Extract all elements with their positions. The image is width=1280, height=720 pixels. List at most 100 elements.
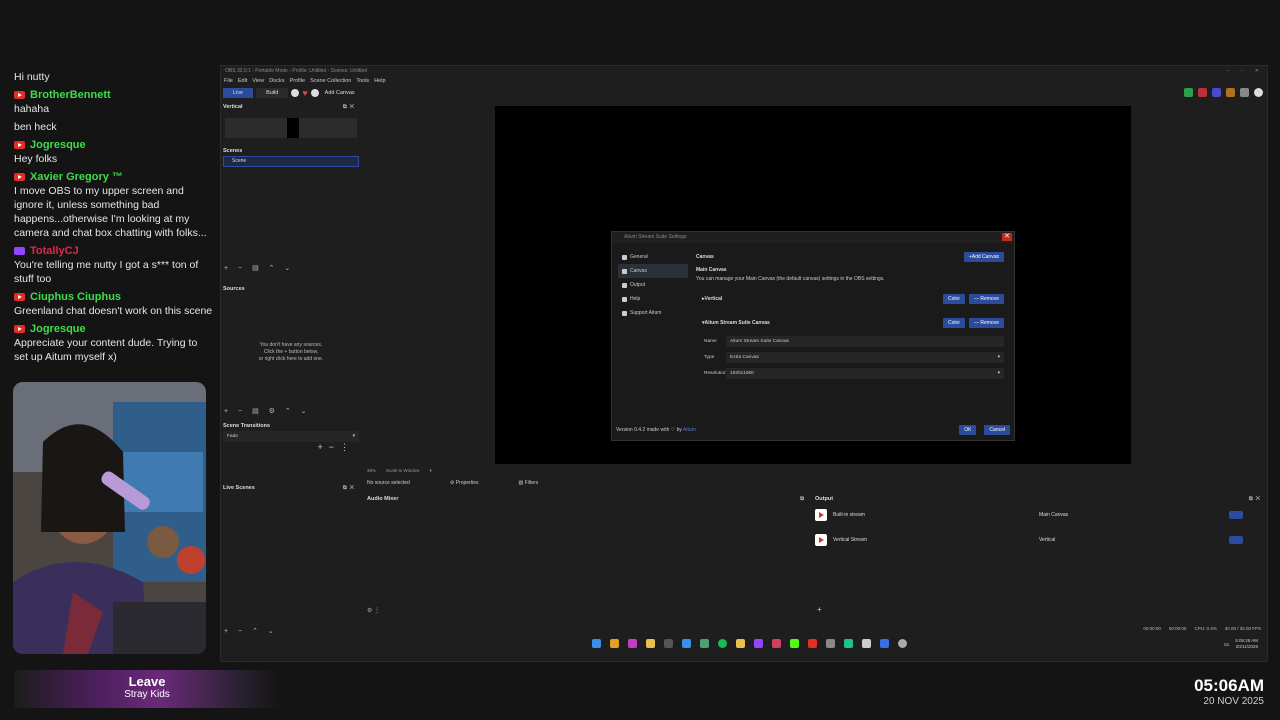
refresh-icon[interactable] (310, 89, 319, 97)
tray-date[interactable]: 20/11/2025 (1235, 644, 1258, 650)
settings-gear-icon[interactable] (1254, 88, 1263, 97)
add-canvas-button[interactable]: Add Canvas (322, 90, 358, 96)
maximize-icon[interactable]: ▫ (1241, 66, 1243, 76)
tab-live[interactable]: Live (223, 88, 254, 98)
canvas-name-input[interactable]: Aitum Stream Suite Canvas (726, 336, 1004, 347)
resolution-label: Resolution (704, 371, 727, 376)
obs-titlebar: OBS 32.0.1 - Portable Mode - Profile: Un… (221, 66, 1267, 76)
output-row: Built-in stream Main Canvas (813, 504, 1267, 526)
dock-controls[interactable]: ⧉ (800, 494, 811, 504)
app-icon[interactable] (880, 639, 889, 648)
dock-controls[interactable]: ⧉✕ (1249, 494, 1267, 504)
studio-mode-icon[interactable] (1240, 88, 1249, 97)
scene-controls[interactable]: + − ▤ ⌃ ⌄ (221, 264, 294, 272)
nav-canvas[interactable]: Canvas (618, 264, 688, 278)
transitions-dock: Scene Transitions Fade ▾ +−⋮ (221, 421, 361, 463)
chrome-icon[interactable] (610, 639, 619, 648)
virtualcam-icon[interactable] (1212, 88, 1221, 97)
window-title: OBS 32.0.1 - Portable Mode - Profile: Un… (225, 68, 368, 74)
canvas-name[interactable]: ▸Vertical (696, 296, 722, 302)
chat-message: Jogresque Hey folks (14, 138, 214, 166)
remove-button[interactable]: — Remove (968, 318, 1004, 328)
spotify-icon[interactable] (718, 639, 727, 648)
heart-icon[interactable]: ♥ (302, 88, 307, 98)
obs-icon[interactable] (664, 639, 673, 648)
canvas-type-select[interactable]: Extra Canvas ▾ (726, 352, 1004, 363)
replay-icon[interactable] (1226, 88, 1235, 97)
nav-output[interactable]: Output (618, 278, 688, 292)
ok-button[interactable]: OK (959, 425, 977, 435)
zoom-level[interactable]: 35% (367, 468, 376, 474)
scene-item[interactable]: Scene (223, 156, 359, 167)
add-canvas-dialog-button[interactable]: +Add Canvas (963, 252, 1004, 262)
youtube-icon[interactable] (808, 639, 817, 648)
nav-help[interactable]: Help (618, 292, 688, 306)
menu-view[interactable]: View (252, 76, 264, 86)
menu-scene-collection[interactable]: Scene Collection (310, 76, 351, 86)
dock-controls[interactable]: ⧉✕ (343, 483, 361, 493)
app-icon[interactable] (844, 639, 853, 648)
stream-status-icon[interactable] (1184, 88, 1193, 97)
canvas-name[interactable]: ▾Aitum Stream Suite Canvas (696, 320, 770, 326)
transition-select[interactable]: Fade ▾ (223, 431, 359, 442)
mixer-controls[interactable]: ⚙ ⋮ (367, 607, 380, 614)
output-icon (622, 282, 627, 288)
nav-support[interactable]: Support Aitum (618, 306, 688, 320)
song-title: Leave (128, 674, 166, 689)
add-output-button[interactable]: + (817, 605, 822, 614)
app-icon[interactable] (628, 639, 637, 648)
color-button[interactable]: Color (943, 294, 965, 304)
close-icon[interactable]: ✕ (1002, 233, 1012, 241)
nav-general[interactable]: General (618, 250, 688, 264)
folder-icon[interactable] (646, 639, 655, 648)
cancel-button[interactable]: Cancel (984, 425, 1010, 435)
menu-edit[interactable]: Edit (238, 76, 247, 86)
color-button[interactable]: Color (943, 318, 965, 328)
close-icon[interactable]: ✕ (1255, 66, 1259, 76)
dock-title: Vertical (223, 104, 243, 110)
menu-help[interactable]: Help (374, 76, 385, 86)
record-timer: 00:00:00 (1168, 626, 1187, 631)
kick-icon[interactable] (790, 639, 799, 648)
app-icon[interactable] (826, 639, 835, 648)
app-icon[interactable] (682, 639, 691, 648)
menu-file[interactable]: File (224, 76, 233, 86)
tab-build[interactable]: Build (256, 88, 289, 98)
youtube-icon (815, 534, 827, 546)
preview-bar: 35% Scale to Window ▾ (367, 468, 432, 474)
chat-message: Jogresque Appreciate your content dude. … (14, 322, 214, 364)
twitch-icon[interactable] (754, 639, 763, 648)
aitum-link[interactable]: Aitum (683, 427, 696, 433)
app-icon[interactable] (862, 639, 871, 648)
app-icon[interactable] (772, 639, 781, 648)
notes-icon[interactable] (736, 639, 745, 648)
windows-taskbar: 61 5:06:28 AM 20/11/2025 (220, 636, 1268, 652)
menu-docks[interactable]: Docks (269, 76, 284, 86)
properties-button[interactable]: ⚙ Properties (450, 480, 479, 486)
remove-button[interactable]: — Remove (968, 294, 1004, 304)
live-scene-controls[interactable]: + − ⌃ ⌄ (221, 627, 278, 635)
output-toggle[interactable] (1229, 536, 1243, 544)
youtube-icon (14, 325, 25, 333)
chat-text: You're telling me nutty I got a s*** ton… (14, 259, 199, 285)
output-toggle[interactable] (1229, 511, 1243, 519)
chevron-down-icon[interactable]: ▾ (430, 468, 432, 474)
battery-level[interactable]: 61 (1224, 642, 1229, 647)
start-icon[interactable] (592, 639, 601, 648)
scale-mode[interactable]: Scale to Window (386, 468, 420, 474)
source-controls[interactable]: + − ▤ ⚙ ⌃ ⌄ (221, 407, 311, 415)
record-icon[interactable] (1198, 88, 1207, 97)
chat-username: Xavier Gregory ™ (30, 171, 123, 183)
now-playing-widget: Leave Stray Kids (14, 670, 280, 708)
resolution-select[interactable]: 1920x1080 ▾ (726, 368, 1004, 379)
dock-controls[interactable]: ⧉✕ (343, 102, 361, 112)
menu-tools[interactable]: Tools (356, 76, 369, 86)
gear-icon[interactable] (291, 89, 300, 97)
app-icon[interactable] (700, 639, 709, 648)
filters-button[interactable]: ▨ Filters (518, 480, 538, 486)
settings-icon[interactable] (898, 639, 907, 648)
minimize-icon[interactable]: – (1226, 66, 1229, 76)
transition-controls[interactable]: +−⋮ (221, 442, 361, 453)
menu-profile[interactable]: Profile (289, 76, 305, 86)
support-icon (622, 310, 627, 316)
